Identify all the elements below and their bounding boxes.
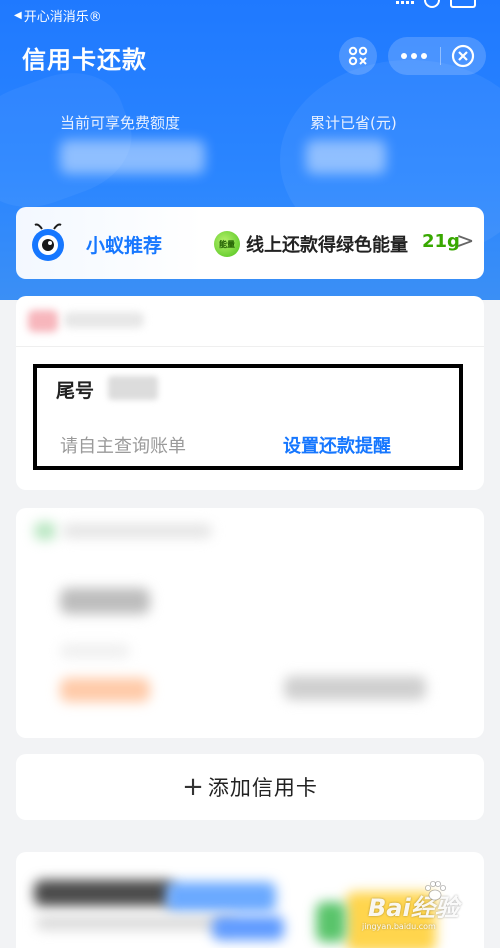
energy-amount: 21g [422, 231, 460, 252]
close-icon[interactable] [441, 37, 485, 75]
credit-card-item-blurred[interactable] [16, 508, 484, 738]
total-saved-value-blurred [306, 140, 386, 174]
promo-text: 线上还款得绿色能量 [246, 235, 408, 256]
triangle-back-icon: ◀ [14, 10, 22, 21]
baidu-jingyan-watermark: Bai经验 jingyan.baidu.com [360, 872, 480, 942]
promo-image-accent-blurred [316, 902, 346, 942]
recommend-brand: 小蚁推荐 [86, 235, 163, 257]
status-bar: ◀ 开心消消乐® [0, 0, 500, 30]
page-title: 信用卡还款 [22, 46, 147, 74]
more-icon[interactable] [388, 37, 440, 75]
bill-hint: 请自主查询账单 [60, 436, 186, 457]
back-app-label: 开心消消乐® [23, 10, 102, 25]
recommend-banner[interactable]: 小蚁推荐 能量 线上还款得绿色能量 21g > [16, 207, 484, 279]
plus-icon: + [182, 772, 204, 802]
signal-icon [396, 1, 414, 4]
available-free-quota-value-blurred [60, 140, 205, 174]
back-to-app[interactable]: ◀ 开心消消乐® [14, 6, 102, 25]
bank-name-blurred [64, 312, 144, 328]
bank-logo-blurred [28, 310, 58, 332]
mini-program-capsule [388, 37, 486, 75]
action-blurred [284, 676, 426, 700]
total-saved-label: 累计已省(元) [310, 114, 397, 132]
battery-icon [450, 0, 476, 8]
promo-highlight-blurred [166, 882, 276, 912]
card-tail-label: 尾号 [56, 380, 95, 402]
card-divider [16, 346, 484, 347]
scan-button[interactable] [339, 37, 377, 75]
mascot-icon [32, 223, 64, 261]
promo-button-blurred [212, 916, 284, 940]
available-free-quota-label: 当前可享免费额度 [60, 114, 181, 132]
paw-icon [425, 881, 446, 901]
bank-logo-blurred [34, 522, 56, 540]
chevron-right-icon: > [456, 229, 475, 254]
amount-blurred [60, 678, 150, 702]
energy-icon: 能量 [214, 231, 240, 257]
watermark-subtext: jingyan.baidu.com [362, 922, 436, 931]
wifi-icon [424, 0, 440, 8]
add-credit-card-label: 添加信用卡 [207, 776, 318, 800]
add-credit-card-button[interactable]: + 添加信用卡 [16, 754, 484, 820]
bank-name-blurred [62, 524, 212, 538]
scan-icon [348, 46, 368, 66]
promo-subtitle-blurred [36, 916, 236, 930]
card-tail-number-blurred [108, 376, 158, 400]
credit-card-item[interactable]: 尾号 请自主查询账单 设置还款提醒 [16, 296, 484, 490]
set-reminder-link[interactable]: 设置还款提醒 [283, 432, 391, 458]
card-subinfo-blurred [60, 644, 130, 658]
card-info-blurred [60, 588, 150, 614]
promo-title-blurred [34, 880, 174, 906]
system-icons [396, 0, 476, 8]
